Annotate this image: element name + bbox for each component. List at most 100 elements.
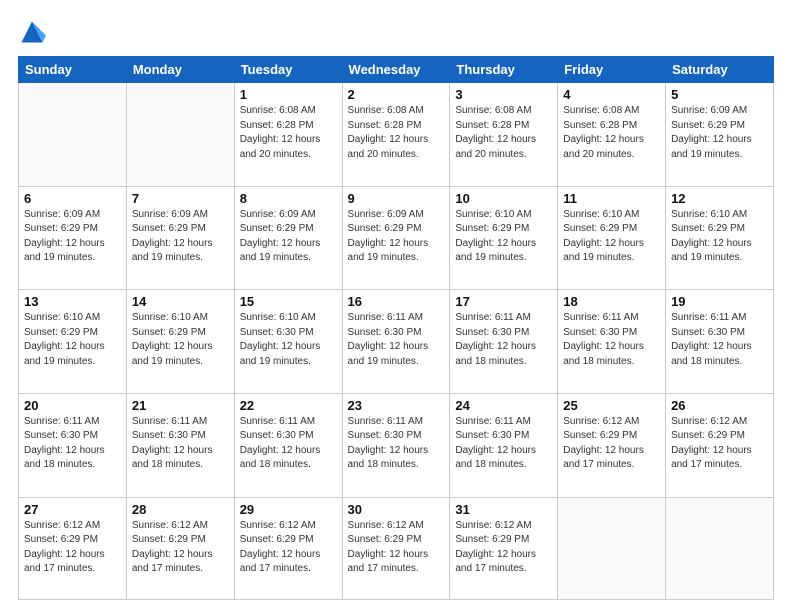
calendar-body: 1 Sunrise: 6:08 AM Sunset: 6:28 PM Daylig… bbox=[19, 83, 774, 600]
day-info: Sunrise: 6:08 AM Sunset: 6:28 PM Dayligh… bbox=[240, 104, 337, 162]
day-info: Sunrise: 6:08 AM Sunset: 6:28 PM Dayligh… bbox=[348, 104, 445, 162]
day-info: Sunrise: 6:10 AM Sunset: 6:29 PM Dayligh… bbox=[455, 208, 552, 266]
day-info: Sunrise: 6:12 AM Sunset: 6:29 PM Dayligh… bbox=[240, 519, 337, 577]
day-info: Sunrise: 6:11 AM Sunset: 6:30 PM Dayligh… bbox=[132, 415, 229, 473]
calendar-week-1: 1 Sunrise: 6:08 AM Sunset: 6:28 PM Daylig… bbox=[19, 83, 774, 187]
day-number: 9 bbox=[348, 191, 445, 206]
day-info: Sunrise: 6:11 AM Sunset: 6:30 PM Dayligh… bbox=[455, 415, 552, 473]
day-info: Sunrise: 6:12 AM Sunset: 6:29 PM Dayligh… bbox=[24, 519, 121, 577]
day-number: 20 bbox=[24, 398, 121, 413]
day-number: 1 bbox=[240, 87, 337, 102]
day-number: 27 bbox=[24, 502, 121, 517]
day-number: 2 bbox=[348, 87, 445, 102]
day-number: 28 bbox=[132, 502, 229, 517]
day-info: Sunrise: 6:10 AM Sunset: 6:29 PM Dayligh… bbox=[671, 208, 768, 266]
day-number: 13 bbox=[24, 294, 121, 309]
calendar-cell: 12 Sunrise: 6:10 AM Sunset: 6:29 PM Dayli… bbox=[666, 186, 774, 290]
logo-icon bbox=[18, 18, 46, 46]
day-info: Sunrise: 6:09 AM Sunset: 6:29 PM Dayligh… bbox=[671, 104, 768, 162]
day-number: 19 bbox=[671, 294, 768, 309]
day-number: 25 bbox=[563, 398, 660, 413]
day-number: 31 bbox=[455, 502, 552, 517]
day-info: Sunrise: 6:08 AM Sunset: 6:28 PM Dayligh… bbox=[563, 104, 660, 162]
day-number: 22 bbox=[240, 398, 337, 413]
calendar-week-3: 13 Sunrise: 6:10 AM Sunset: 6:29 PM Dayli… bbox=[19, 290, 774, 394]
day-number: 14 bbox=[132, 294, 229, 309]
calendar-cell: 7Sunrise: 6:09 AM Sunset: 6:29 PM Daylig… bbox=[126, 186, 234, 290]
calendar-cell bbox=[19, 83, 127, 187]
day-info: Sunrise: 6:12 AM Sunset: 6:29 PM Dayligh… bbox=[671, 415, 768, 473]
calendar-cell: 13 Sunrise: 6:10 AM Sunset: 6:29 PM Dayli… bbox=[19, 290, 127, 394]
calendar-cell: 20 Sunrise: 6:11 AM Sunset: 6:30 PM Dayli… bbox=[19, 393, 127, 497]
day-info: Sunrise: 6:10 AM Sunset: 6:30 PM Dayligh… bbox=[240, 311, 337, 369]
day-number: 4 bbox=[563, 87, 660, 102]
calendar-table: SundayMondayTuesdayWednesdayThursdayFrid… bbox=[18, 56, 774, 600]
calendar-cell: 18 Sunrise: 6:11 AM Sunset: 6:30 PM Dayli… bbox=[558, 290, 666, 394]
day-info: Sunrise: 6:10 AM Sunset: 6:29 PM Dayligh… bbox=[563, 208, 660, 266]
calendar-cell: 2 Sunrise: 6:08 AM Sunset: 6:28 PM Daylig… bbox=[342, 83, 450, 187]
day-number: 30 bbox=[348, 502, 445, 517]
day-info: Sunrise: 6:10 AM Sunset: 6:29 PM Dayligh… bbox=[24, 311, 121, 369]
calendar-cell bbox=[126, 83, 234, 187]
day-info: Sunrise: 6:11 AM Sunset: 6:30 PM Dayligh… bbox=[24, 415, 121, 473]
calendar-cell: 16 Sunrise: 6:11 AM Sunset: 6:30 PM Dayli… bbox=[342, 290, 450, 394]
page: SundayMondayTuesdayWednesdayThursdayFrid… bbox=[0, 0, 792, 612]
day-number: 6 bbox=[24, 191, 121, 206]
calendar-cell: 3 Sunrise: 6:08 AM Sunset: 6:28 PM Daylig… bbox=[450, 83, 558, 187]
calendar-cell: 31 Sunrise: 6:12 AM Sunset: 6:29 PM Dayli… bbox=[450, 497, 558, 599]
day-info: Sunrise: 6:11 AM Sunset: 6:30 PM Dayligh… bbox=[563, 311, 660, 369]
weekday-header-friday: Friday bbox=[558, 57, 666, 83]
day-number: 12 bbox=[671, 191, 768, 206]
day-number: 29 bbox=[240, 502, 337, 517]
day-info: Sunrise: 6:11 AM Sunset: 6:30 PM Dayligh… bbox=[348, 415, 445, 473]
calendar-cell: 9 Sunrise: 6:09 AM Sunset: 6:29 PM Daylig… bbox=[342, 186, 450, 290]
day-info: Sunrise: 6:12 AM Sunset: 6:29 PM Dayligh… bbox=[455, 519, 552, 577]
calendar-week-4: 20 Sunrise: 6:11 AM Sunset: 6:30 PM Dayli… bbox=[19, 393, 774, 497]
calendar-cell: 19Sunrise: 6:11 AM Sunset: 6:30 PM Dayli… bbox=[666, 290, 774, 394]
calendar-cell: 28Sunrise: 6:12 AM Sunset: 6:29 PM Dayli… bbox=[126, 497, 234, 599]
header bbox=[18, 18, 774, 46]
weekday-header-sunday: Sunday bbox=[19, 57, 127, 83]
day-info: Sunrise: 6:09 AM Sunset: 6:29 PM Dayligh… bbox=[240, 208, 337, 266]
day-info: Sunrise: 6:10 AM Sunset: 6:29 PM Dayligh… bbox=[132, 311, 229, 369]
calendar-cell: 11 Sunrise: 6:10 AM Sunset: 6:29 PM Dayli… bbox=[558, 186, 666, 290]
calendar-cell: 24 Sunrise: 6:11 AM Sunset: 6:30 PM Dayli… bbox=[450, 393, 558, 497]
calendar-cell: 15 Sunrise: 6:10 AM Sunset: 6:30 PM Dayli… bbox=[234, 290, 342, 394]
day-number: 15 bbox=[240, 294, 337, 309]
day-info: Sunrise: 6:11 AM Sunset: 6:30 PM Dayligh… bbox=[240, 415, 337, 473]
calendar-cell: 23 Sunrise: 6:11 AM Sunset: 6:30 PM Dayli… bbox=[342, 393, 450, 497]
day-info: Sunrise: 6:12 AM Sunset: 6:29 PM Dayligh… bbox=[348, 519, 445, 577]
calendar-cell: 4 Sunrise: 6:08 AM Sunset: 6:28 PM Daylig… bbox=[558, 83, 666, 187]
weekday-header-monday: Monday bbox=[126, 57, 234, 83]
day-number: 21 bbox=[132, 398, 229, 413]
weekday-header-row: SundayMondayTuesdayWednesdayThursdayFrid… bbox=[19, 57, 774, 83]
day-number: 24 bbox=[455, 398, 552, 413]
weekday-header-tuesday: Tuesday bbox=[234, 57, 342, 83]
calendar-cell: 26Sunrise: 6:12 AM Sunset: 6:29 PM Dayli… bbox=[666, 393, 774, 497]
calendar-week-2: 6 Sunrise: 6:09 AM Sunset: 6:29 PM Daylig… bbox=[19, 186, 774, 290]
day-info: Sunrise: 6:11 AM Sunset: 6:30 PM Dayligh… bbox=[348, 311, 445, 369]
calendar-cell: 29 Sunrise: 6:12 AM Sunset: 6:29 PM Dayli… bbox=[234, 497, 342, 599]
day-info: Sunrise: 6:09 AM Sunset: 6:29 PM Dayligh… bbox=[348, 208, 445, 266]
day-info: Sunrise: 6:08 AM Sunset: 6:28 PM Dayligh… bbox=[455, 104, 552, 162]
calendar-cell: 8Sunrise: 6:09 AM Sunset: 6:29 PM Daylig… bbox=[234, 186, 342, 290]
calendar-cell: 25Sunrise: 6:12 AM Sunset: 6:29 PM Dayli… bbox=[558, 393, 666, 497]
day-number: 11 bbox=[563, 191, 660, 206]
day-number: 3 bbox=[455, 87, 552, 102]
day-info: Sunrise: 6:09 AM Sunset: 6:29 PM Dayligh… bbox=[24, 208, 121, 266]
day-number: 23 bbox=[348, 398, 445, 413]
day-number: 16 bbox=[348, 294, 445, 309]
calendar-cell: 22 Sunrise: 6:11 AM Sunset: 6:30 PM Dayli… bbox=[234, 393, 342, 497]
calendar-cell: 6 Sunrise: 6:09 AM Sunset: 6:29 PM Daylig… bbox=[19, 186, 127, 290]
calendar-cell: 14 Sunrise: 6:10 AM Sunset: 6:29 PM Dayli… bbox=[126, 290, 234, 394]
logo bbox=[18, 18, 50, 46]
day-info: Sunrise: 6:11 AM Sunset: 6:30 PM Dayligh… bbox=[455, 311, 552, 369]
calendar-cell bbox=[558, 497, 666, 599]
day-number: 17 bbox=[455, 294, 552, 309]
calendar-cell: 27 Sunrise: 6:12 AM Sunset: 6:29 PM Dayli… bbox=[19, 497, 127, 599]
calendar-header: SundayMondayTuesdayWednesdayThursdayFrid… bbox=[19, 57, 774, 83]
calendar-week-5: 27 Sunrise: 6:12 AM Sunset: 6:29 PM Dayli… bbox=[19, 497, 774, 599]
day-number: 18 bbox=[563, 294, 660, 309]
calendar-cell: 1 Sunrise: 6:08 AM Sunset: 6:28 PM Daylig… bbox=[234, 83, 342, 187]
calendar-cell: 5Sunrise: 6:09 AM Sunset: 6:29 PM Daylig… bbox=[666, 83, 774, 187]
